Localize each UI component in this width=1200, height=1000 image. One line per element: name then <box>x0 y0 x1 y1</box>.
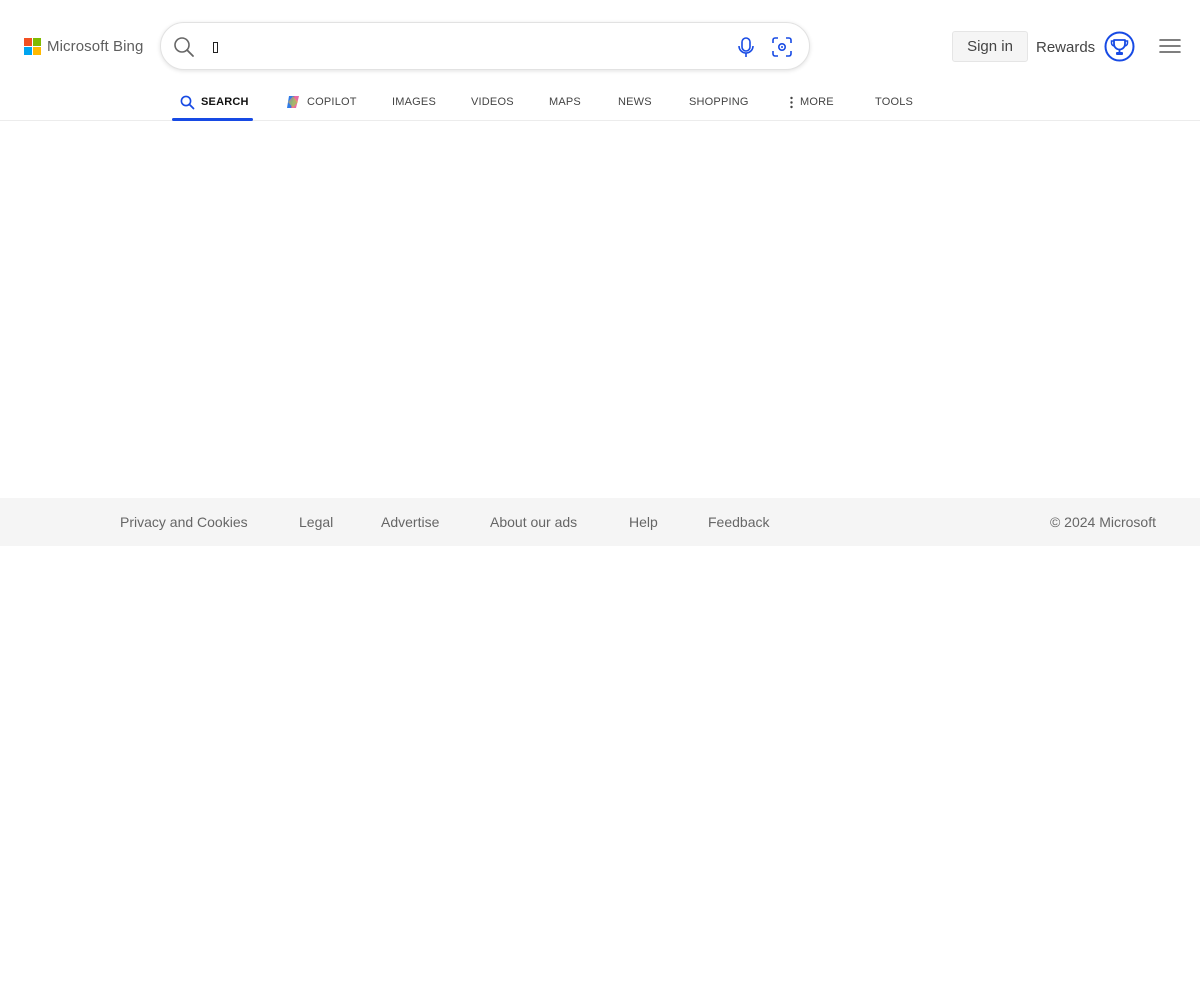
search-icon[interactable] <box>173 36 195 58</box>
footer-link-legal[interactable]: Legal <box>299 498 333 546</box>
more-vertical-icon <box>787 95 796 110</box>
tab-search[interactable]: SEARCH <box>172 84 253 121</box>
microphone-icon[interactable] <box>735 35 757 59</box>
rewards-medal-icon <box>1104 31 1135 62</box>
tab-label: VIDEOS <box>471 96 514 108</box>
copilot-icon <box>285 94 301 110</box>
footer-link-help[interactable]: Help <box>629 498 658 546</box>
text-cursor <box>213 42 218 53</box>
tab-maps[interactable]: MAPS <box>549 84 581 120</box>
visual-search-icon[interactable] <box>771 36 793 58</box>
tab-label: SEARCH <box>201 96 249 108</box>
rewards-button[interactable]: Rewards <box>1036 30 1135 62</box>
rewards-label: Rewards <box>1036 38 1096 56</box>
search-input[interactable] <box>211 33 721 61</box>
tab-videos[interactable]: VIDEOS <box>471 84 514 120</box>
copyright: © 2024 Microsoft <box>1049 514 1156 530</box>
tab-images[interactable]: IMAGES <box>392 84 436 120</box>
logo-text: Microsoft Bing <box>47 37 144 55</box>
footer: Privacy and Cookies Legal Advertise Abou… <box>0 498 1200 546</box>
header: Microsoft Bing Sign in Rewards <box>0 0 1200 92</box>
tab-label: IMAGES <box>392 96 436 108</box>
tab-more[interactable]: MORE <box>787 84 834 120</box>
navigation-tabs: SEARCH COPILOT IMAGES VIDEOS MAPS NEWS S… <box>0 84 1200 121</box>
hamburger-menu-icon[interactable] <box>1158 37 1182 55</box>
footer-link-feedback[interactable]: Feedback <box>708 498 769 546</box>
bing-logo[interactable]: Microsoft Bing <box>24 35 143 57</box>
footer-link-advertise[interactable]: Advertise <box>381 498 439 546</box>
footer-link-about-ads[interactable]: About our ads <box>490 498 577 546</box>
tab-label: COPILOT <box>307 96 357 108</box>
tab-shopping[interactable]: SHOPPING <box>689 84 749 120</box>
search-box <box>160 22 810 70</box>
tab-tools[interactable]: TOOLS <box>875 84 913 120</box>
sign-in-button[interactable]: Sign in <box>952 31 1028 62</box>
tab-news[interactable]: NEWS <box>618 84 652 120</box>
tab-label: MAPS <box>549 96 581 108</box>
footer-link-privacy[interactable]: Privacy and Cookies <box>120 498 248 546</box>
tab-label: SHOPPING <box>689 96 749 108</box>
tab-label: NEWS <box>618 96 652 108</box>
tab-label: TOOLS <box>875 96 914 108</box>
tab-label: MORE <box>800 96 834 108</box>
microsoft-logo-icon <box>24 37 41 55</box>
tab-copilot[interactable]: COPILOT <box>285 84 357 120</box>
search-icon <box>180 95 195 110</box>
